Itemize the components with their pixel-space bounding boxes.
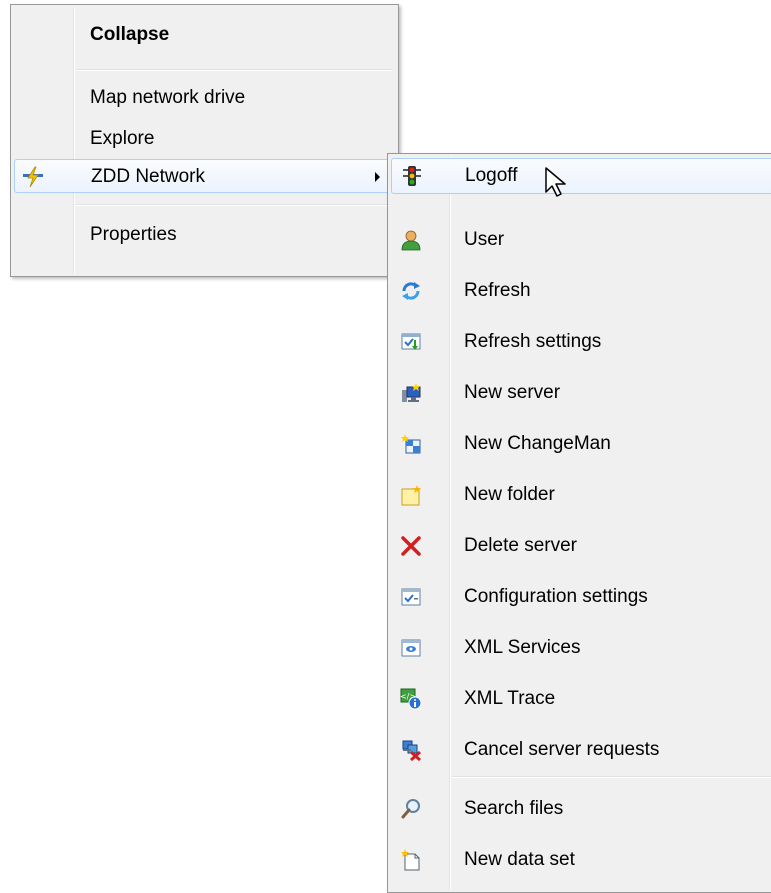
menu-item-label: Configuration settings	[464, 586, 648, 607]
new-folder-icon	[399, 483, 423, 507]
menu-item-explore[interactable]: Explore	[14, 122, 395, 156]
menu-item-label: Explore	[90, 128, 155, 149]
menu-item-refresh[interactable]: Refresh	[391, 274, 771, 308]
menu-item-label: Refresh	[464, 280, 531, 301]
menu-item-label: Properties	[90, 224, 177, 245]
traffic-light-icon	[400, 164, 424, 188]
mouse-cursor-icon	[544, 166, 574, 204]
cancel-requests-icon	[399, 738, 423, 762]
menu-item-label: Collapse	[90, 24, 170, 45]
menu-item-label: Delete server	[464, 535, 577, 556]
menu-item-label: Refresh settings	[464, 331, 602, 352]
menu-item-label: Map network drive	[90, 87, 246, 108]
menu-item-new-data-set[interactable]: New data set	[391, 843, 771, 877]
refresh-icon	[399, 279, 423, 303]
menu-item-label: New data set	[464, 849, 575, 870]
menu-item-xml-trace[interactable]: </> XML Trace	[391, 682, 771, 716]
new-server-icon	[399, 381, 423, 405]
menu-item-search-files[interactable]: Search files	[391, 792, 771, 826]
menu-separator	[77, 204, 392, 206]
menu-item-zdd-network[interactable]: ZDD Network	[14, 159, 395, 193]
menu-item-delete-server[interactable]: Delete server	[391, 529, 771, 563]
menu-item-new-server[interactable]: New server	[391, 376, 771, 410]
new-data-set-icon	[399, 848, 423, 872]
menu-item-label: Cancel server requests	[464, 739, 660, 760]
menu-item-refresh-settings[interactable]: Refresh settings	[391, 325, 771, 359]
zdd-network-icon	[21, 165, 45, 189]
xml-trace-icon: </>	[399, 687, 423, 711]
search-icon	[399, 797, 423, 821]
menu-gutter	[449, 156, 451, 890]
zdd-network-submenu: Logoff User Refresh Refresh settings New…	[387, 153, 771, 893]
submenu-arrow-icon	[375, 172, 380, 182]
xml-services-icon	[399, 636, 423, 660]
menu-item-label: Logoff	[465, 165, 518, 186]
menu-item-label: XML Services	[464, 637, 581, 658]
configuration-icon	[399, 585, 423, 609]
menu-item-label: New server	[464, 382, 561, 403]
menu-item-new-folder[interactable]: New folder	[391, 478, 771, 512]
user-icon	[399, 228, 423, 252]
menu-item-user[interactable]: User	[391, 223, 771, 257]
menu-item-new-changeman[interactable]: New ChangeMan	[391, 427, 771, 461]
menu-item-collapse[interactable]: Collapse	[14, 18, 395, 52]
menu-item-xml-services[interactable]: XML Services	[391, 631, 771, 665]
menu-item-cancel-server-requests[interactable]: Cancel server requests	[391, 733, 771, 767]
menu-item-label: User	[464, 229, 505, 250]
new-changeman-icon	[399, 432, 423, 456]
delete-icon	[399, 534, 423, 558]
menu-item-label: New ChangeMan	[464, 433, 611, 454]
context-menu: Collapse Map network drive Explore ZDD N…	[10, 4, 399, 277]
menu-item-logoff[interactable]: Logoff	[391, 158, 771, 194]
menu-item-properties[interactable]: Properties	[14, 218, 395, 252]
menu-item-label: New folder	[464, 484, 555, 505]
menu-separator	[452, 776, 771, 778]
menu-item-configuration-settings[interactable]: Configuration settings	[391, 580, 771, 614]
menu-item-label: Search files	[464, 798, 564, 819]
menu-item-label: XML Trace	[464, 688, 556, 709]
menu-item-map-network-drive[interactable]: Map network drive	[14, 81, 395, 115]
menu-item-label: ZDD Network	[91, 166, 206, 187]
menu-separator	[77, 69, 392, 71]
refresh-settings-icon	[399, 330, 423, 354]
